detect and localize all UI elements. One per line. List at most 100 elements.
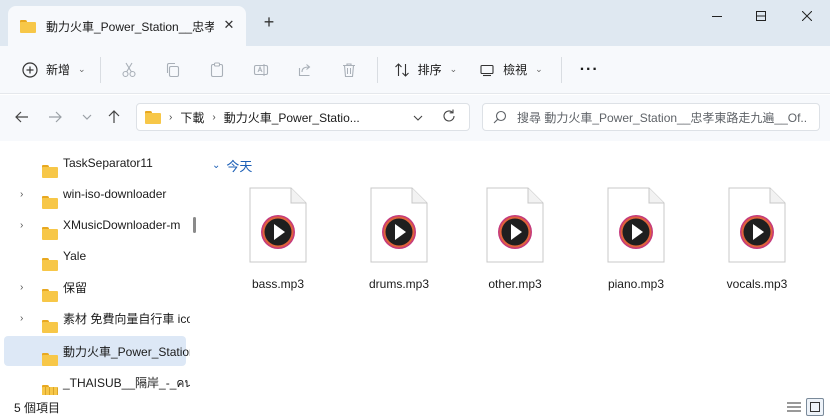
sidebar-item-xmusicdownloader[interactable]: › XMusicDownloader-m bbox=[4, 210, 186, 240]
active-tab[interactable]: 動力火車_Power_Station__忠孝 ✕ bbox=[8, 6, 246, 46]
refresh-button[interactable] bbox=[441, 108, 457, 127]
item-count: 5 個項目 bbox=[14, 401, 61, 415]
command-bar: 新增 ⌄ 排序 ⌄ 檢視 ⌄ ··· bbox=[0, 46, 830, 94]
group-header-today[interactable]: ⌄ 今天 bbox=[212, 156, 252, 175]
maximize-control[interactable] bbox=[738, 0, 784, 32]
back-button[interactable] bbox=[14, 109, 30, 125]
divider bbox=[99, 56, 101, 83]
recent-locations-button[interactable] bbox=[79, 109, 95, 125]
view-label: 檢視 bbox=[503, 63, 528, 77]
breadcrumb-current-folder[interactable]: 動力火車_Power_Statio... bbox=[224, 109, 360, 126]
chevron-right-icon[interactable]: › bbox=[20, 282, 23, 293]
copy-button[interactable] bbox=[151, 54, 195, 86]
sidebar-item-label: Yale bbox=[63, 249, 87, 263]
sidebar-item-label: win-iso-downloader bbox=[63, 187, 167, 201]
sidebar-scrollbar[interactable] bbox=[193, 217, 196, 233]
minimize-icon bbox=[712, 16, 722, 17]
details-view-button[interactable] bbox=[785, 398, 803, 416]
address-history-button[interactable] bbox=[413, 111, 423, 127]
chevron-right-icon[interactable]: › bbox=[20, 313, 23, 324]
file-item-bass[interactable]: bass.mp3 bbox=[226, 187, 330, 297]
sort-button[interactable]: 排序 ⌄ bbox=[384, 54, 468, 86]
search-icon bbox=[493, 110, 507, 124]
sidebar-item-yale[interactable]: Yale bbox=[4, 241, 186, 271]
chevron-right-icon[interactable]: › bbox=[20, 189, 23, 200]
breadcrumb-downloads[interactable]: 下載 bbox=[180, 109, 204, 126]
file-name: other.mp3 bbox=[488, 277, 542, 291]
file-name: vocals.mp3 bbox=[726, 277, 788, 291]
copy-icon bbox=[166, 62, 179, 77]
sidebar-item-taskseparator11[interactable]: TaskSeparator11 bbox=[4, 148, 186, 178]
audio-file-icon bbox=[607, 187, 665, 263]
forward-button[interactable] bbox=[47, 109, 63, 125]
chevron-down-icon bbox=[413, 115, 423, 121]
chevron-right-icon[interactable]: › bbox=[20, 220, 23, 231]
more-button[interactable]: ··· bbox=[568, 54, 611, 86]
file-list: ⌄ 今天 bass.mp3 drums.mp3 other.mp3 piano.… bbox=[198, 141, 830, 395]
chevron-down-icon: ⌄ bbox=[78, 64, 86, 74]
chevron-right-icon: › bbox=[212, 111, 216, 123]
delete-button[interactable] bbox=[327, 54, 371, 86]
cut-icon bbox=[122, 62, 136, 77]
navigation-pane: TaskSeparator11 › win-iso-downloader › X… bbox=[0, 141, 190, 395]
folder-icon bbox=[145, 110, 161, 124]
arrow-up-icon bbox=[108, 110, 120, 123]
file-item-piano[interactable]: piano.mp3 bbox=[584, 187, 688, 297]
new-button[interactable]: 新增 ⌄ bbox=[14, 54, 94, 86]
group-label: 今天 bbox=[226, 159, 253, 174]
sort-label: 排序 bbox=[417, 63, 442, 77]
address-bar[interactable]: › 下載 › 動力火車_Power_Statio... bbox=[136, 103, 470, 131]
sidebar-item-win-iso-downloader[interactable]: › win-iso-downloader bbox=[4, 179, 186, 209]
delete-icon bbox=[342, 62, 355, 77]
rename-button[interactable] bbox=[239, 54, 283, 86]
file-name: bass.mp3 bbox=[251, 277, 305, 291]
view-button[interactable]: 檢視 ⌄ bbox=[467, 54, 555, 86]
up-button[interactable] bbox=[106, 109, 122, 125]
close-icon bbox=[802, 11, 812, 21]
view-icon bbox=[480, 64, 494, 76]
sidebar-item-assets[interactable]: › 素材 免費向量自行車 ico bbox=[4, 303, 190, 333]
folder-icon bbox=[42, 164, 58, 178]
file-name: drums.mp3 bbox=[368, 277, 430, 291]
address-row: › 下載 › 動力火車_Power_Statio... 搜尋 動力火車_Powe… bbox=[0, 95, 830, 141]
file-item-other[interactable]: other.mp3 bbox=[463, 187, 567, 297]
sidebar-item-label: XMusicDownloader-m bbox=[63, 218, 181, 232]
sidebar-item-thaisub[interactable]: _THAISUB__隔岸_-_คนสู้ bbox=[4, 368, 190, 395]
chevron-down-icon: ⌄ bbox=[449, 64, 458, 74]
folder-icon bbox=[42, 288, 58, 302]
rename-icon bbox=[253, 63, 268, 76]
maximize-icon bbox=[756, 11, 766, 21]
paste-button[interactable] bbox=[195, 54, 239, 86]
minimize-control[interactable] bbox=[694, 0, 740, 32]
add-icon bbox=[22, 61, 38, 78]
folder-icon bbox=[20, 19, 36, 33]
audio-file-icon bbox=[370, 187, 428, 263]
audio-file-icon bbox=[486, 187, 544, 263]
zip-folder-icon bbox=[42, 384, 58, 395]
folder-icon bbox=[42, 319, 58, 333]
more-icon: ··· bbox=[579, 60, 599, 78]
search-box[interactable]: 搜尋 動力火車_Power_Station__忠孝東路走九遍__Of... bbox=[482, 103, 820, 131]
tab-title: 動力火車_Power_Station__忠孝 bbox=[46, 19, 214, 34]
new-label: 新增 bbox=[46, 63, 71, 77]
sidebar-item-label: 動力火車_Power_Station bbox=[63, 344, 190, 359]
new-tab-button[interactable]: + bbox=[260, 13, 278, 31]
sidebar-item-power-station[interactable]: 動力火車_Power_Station bbox=[4, 336, 190, 366]
file-item-vocals[interactable]: vocals.mp3 bbox=[705, 187, 809, 297]
status-bar: 5 個項目 bbox=[0, 395, 830, 419]
chevron-down-icon: ⌄ bbox=[212, 160, 221, 171]
divider bbox=[560, 56, 562, 83]
cut-button[interactable] bbox=[107, 54, 151, 86]
folder-icon bbox=[42, 257, 58, 271]
folder-icon bbox=[42, 352, 58, 366]
tab-close-button[interactable]: ✕ bbox=[222, 18, 236, 32]
sidebar-item-reserved[interactable]: › 保留 bbox=[4, 272, 186, 302]
file-item-drums[interactable]: drums.mp3 bbox=[347, 187, 451, 297]
tiles-icon bbox=[810, 402, 820, 412]
search-input[interactable]: 搜尋 動力火車_Power_Station__忠孝東路走九遍__Of... bbox=[517, 109, 807, 126]
close-control[interactable] bbox=[784, 0, 830, 32]
tiles-view-button[interactable] bbox=[806, 398, 824, 416]
folder-icon bbox=[42, 226, 58, 240]
sidebar-item-label: 保留 bbox=[63, 280, 88, 295]
share-button[interactable] bbox=[283, 54, 327, 86]
